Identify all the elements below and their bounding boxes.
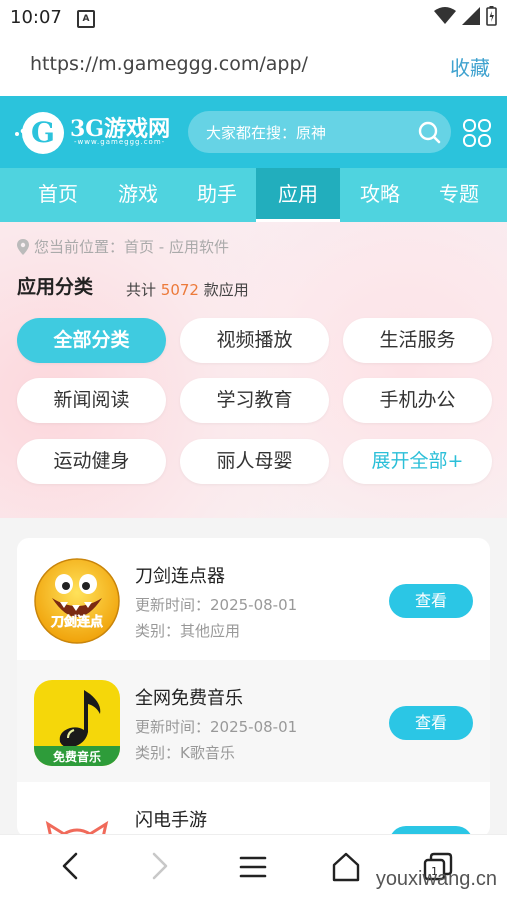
back-icon[interactable] [58, 851, 82, 881]
breadcrumb-text: 您当前位置：首页 - 应用软件 [34, 238, 229, 256]
search-box[interactable]: 大家都在搜：原神 [188, 111, 451, 153]
wifi-icon [434, 7, 456, 24]
chip-beauty-baby[interactable]: 丽人母婴 [180, 439, 329, 484]
location-pin-icon [17, 238, 29, 255]
breadcrumb: 您当前位置：首页 - 应用软件 [16, 236, 229, 257]
menu-icon[interactable] [239, 855, 267, 879]
app-update-time: 更新时间：2025-08-01 [135, 596, 298, 614]
notification-a-icon: A [77, 10, 95, 28]
home-icon[interactable] [330, 851, 362, 883]
app-update-time: 更新时间：2025-08-01 [135, 718, 298, 736]
watermark: youxiwang.cn [375, 868, 497, 890]
chip-office[interactable]: 手机办公 [343, 378, 492, 423]
app-count-number: 5072 [160, 281, 199, 299]
tab-apps[interactable]: 应用 [256, 168, 340, 222]
tab-topics[interactable]: 专题 [419, 168, 499, 222]
site-header: G 3G游戏网 -www.gameggg.com- 大家都在搜：原神 [0, 96, 507, 168]
site-logo[interactable]: G 3G游戏网 -www.gameggg.com- [14, 108, 174, 156]
status-bar: 10:07 A [0, 0, 507, 34]
battery-icon [486, 6, 497, 26]
search-icon[interactable] [417, 120, 441, 144]
browser-url-bar: https://m.gameggg.com/app/ 收藏 [0, 34, 507, 96]
app-icon-free-music: 免费音乐 [34, 680, 120, 766]
view-button[interactable]: 查看 [389, 584, 473, 618]
signal-icon [462, 7, 480, 25]
app-list-card: 刀剑连点 刀剑连点器 更新时间：2025-08-01 类别：其他应用 查看 免费… [17, 538, 490, 838]
logo-domain-text: -www.gameggg.com- [74, 138, 166, 146]
svg-text:刀剑连点: 刀剑连点 [51, 614, 103, 630]
chip-expand-all[interactable]: 展开全部+ [343, 439, 492, 484]
chip-education[interactable]: 学习教育 [180, 378, 329, 423]
system-icons [434, 6, 497, 26]
tab-guides[interactable]: 攻略 [340, 168, 420, 222]
tab-home[interactable]: 首页 [18, 168, 98, 222]
category-count: 共计 5072 款应用 [126, 281, 249, 299]
app-list-section: 刀剑连点 刀剑连点器 更新时间：2025-08-01 类别：其他应用 查看 免费… [0, 518, 507, 838]
forward-icon [152, 852, 168, 880]
main-nav: 首页 游戏 助手 应用 攻略 专题 [0, 168, 507, 222]
list-item[interactable]: 闪电手游 查看 [17, 782, 490, 838]
category-section: 您当前位置：首页 - 应用软件 应用分类 共计 5072 款应用 全部分类 视频… [0, 222, 507, 518]
logo-g-icon: G [22, 112, 64, 154]
chip-video[interactable]: 视频播放 [180, 318, 329, 363]
menu-grid-icon[interactable] [462, 118, 492, 148]
app-category: 类别：K歌音乐 [135, 744, 235, 762]
favorite-button[interactable]: 收藏 [450, 52, 490, 81]
app-icon-sword-clicker: 刀剑连点 [34, 558, 120, 644]
app-category: 类别：其他应用 [135, 622, 241, 640]
tab-games[interactable]: 游戏 [98, 168, 178, 222]
category-title: 应用分类 [17, 272, 117, 299]
list-item[interactable]: 免费音乐 全网免费音乐 更新时间：2025-08-01 类别：K歌音乐 查看 [17, 660, 490, 782]
svg-text:免费音乐: 免费音乐 [53, 749, 101, 764]
list-item[interactable]: 刀剑连点 刀剑连点器 更新时间：2025-08-01 类别：其他应用 查看 [17, 538, 490, 660]
chip-fitness[interactable]: 运动健身 [17, 439, 166, 484]
app-name[interactable]: 刀剑连点器 [135, 562, 225, 588]
chip-life-service[interactable]: 生活服务 [343, 318, 492, 363]
app-name[interactable]: 全网免费音乐 [135, 684, 243, 710]
url-text[interactable]: https://m.gameggg.com/app/ [30, 53, 308, 75]
app-icon-lightning-games [34, 802, 120, 838]
tab-assistant[interactable]: 助手 [177, 168, 257, 222]
status-time: 10:07 [10, 7, 62, 28]
app-name[interactable]: 闪电手游 [135, 806, 207, 832]
view-button[interactable]: 查看 [389, 706, 473, 740]
chip-news[interactable]: 新闻阅读 [17, 378, 166, 423]
search-placeholder: 大家都在搜：原神 [206, 124, 327, 142]
chip-all-categories[interactable]: 全部分类 [17, 318, 166, 363]
